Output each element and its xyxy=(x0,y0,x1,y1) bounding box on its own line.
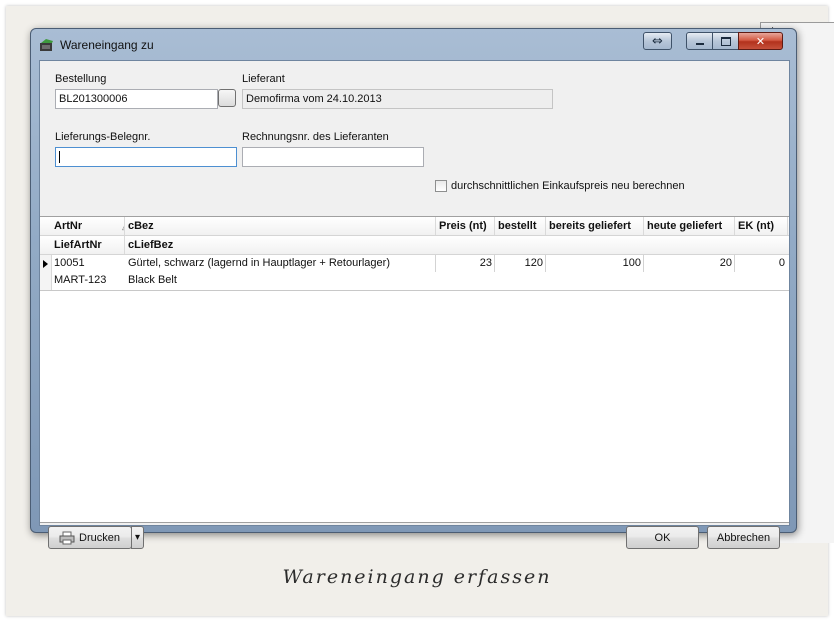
lieferant-field: Demofirma vom 24.10.2013 xyxy=(242,89,553,109)
text-cursor xyxy=(59,151,60,163)
cell-liefartnr[interactable]: MART-123 xyxy=(51,272,125,289)
app-icon xyxy=(40,39,53,51)
dialog-client-area: Bestellung BL201300006 Lieferant Demofir… xyxy=(39,60,790,549)
minimize-button[interactable] xyxy=(686,32,713,50)
grid-header-row-2: LiefArtNr cLiefBez xyxy=(40,236,789,255)
cell-cbez[interactable]: Gürtel, schwarz (lagernd in Hauptlager +… xyxy=(125,255,436,272)
col-heute-geliefert[interactable]: heute geliefert xyxy=(644,217,735,235)
current-row-icon xyxy=(43,260,48,268)
maximize-button[interactable] xyxy=(712,32,739,50)
recalc-checkbox-label[interactable]: durchschnittlichen Einkaufspreis neu ber… xyxy=(451,180,685,192)
cell-cliefbez[interactable]: Black Belt xyxy=(125,272,525,289)
bestellung-field[interactable]: BL201300006 xyxy=(55,89,218,109)
maximize-icon xyxy=(720,36,731,46)
close-icon: ✕ xyxy=(755,34,766,48)
col-cliefbez[interactable]: cLiefBez xyxy=(125,236,788,254)
table-row[interactable]: 10051 Gürtel, schwarz (lagernd in Hauptl… xyxy=(40,255,789,291)
col-artnr[interactable]: ArtNr △ xyxy=(51,217,125,235)
window-title: Wareneingang zu xyxy=(60,38,154,52)
items-grid[interactable]: ArtNr △ cBez Preis (nt) bestellt bereits… xyxy=(40,216,789,523)
col-ek[interactable]: EK (nt) xyxy=(735,217,788,235)
close-button[interactable]: ✕ xyxy=(738,32,783,50)
cell-bestellt[interactable]: 120 xyxy=(495,255,546,272)
col-cbez[interactable]: cBez xyxy=(125,217,436,235)
col-bereits-geliefert[interactable]: bereits geliefert xyxy=(546,217,644,235)
screenshot-caption: Wareneingang erfassen xyxy=(282,566,552,588)
wareneingang-dialog: Wareneingang zu ⇔ ✕ Bestellung BL2013000… xyxy=(30,28,797,549)
print-options-dropdown[interactable]: ▾ xyxy=(131,526,144,549)
cell-ek[interactable]: 0 xyxy=(735,255,788,272)
title-bar[interactable]: Wareneingang zu ⇔ ✕ xyxy=(31,29,796,59)
belegnr-label: Lieferungs-Belegnr. xyxy=(55,131,151,143)
recalc-checkbox[interactable] xyxy=(435,180,447,192)
resize-button[interactable]: ⇔ xyxy=(643,32,672,50)
print-button[interactable]: Drucken xyxy=(48,526,132,549)
belegnr-input[interactable] xyxy=(55,147,237,167)
rechnungsnr-input[interactable] xyxy=(242,147,424,167)
ok-button[interactable]: OK xyxy=(626,526,699,549)
col-preis[interactable]: Preis (nt) xyxy=(436,217,495,235)
cell-preis[interactable]: 23 xyxy=(436,255,495,272)
chevron-down-icon: ▾ xyxy=(134,532,141,543)
printer-icon xyxy=(59,531,75,544)
print-button-label: Drucken xyxy=(79,531,120,544)
minimize-icon xyxy=(695,42,704,45)
rechnungsnr-label: Rechnungsnr. des Lieferanten xyxy=(242,131,389,143)
resize-icon: ⇔ xyxy=(652,33,663,49)
col-liefartnr[interactable]: LiefArtNr xyxy=(51,236,125,254)
lieferant-label: Lieferant xyxy=(242,73,285,85)
col-bestellt[interactable]: bestellt xyxy=(495,217,546,235)
col-artnr-label: ArtNr xyxy=(54,220,83,232)
bestellung-label: Bestellung xyxy=(55,73,107,85)
cell-bereits-geliefert[interactable]: 100 xyxy=(546,255,644,272)
cancel-button[interactable]: Abbrechen xyxy=(707,526,780,549)
cell-heute-geliefert[interactable]: 20 xyxy=(644,255,735,272)
grid-header-row-1: ArtNr △ cBez Preis (nt) bestellt bereits… xyxy=(40,217,789,236)
cell-artnr[interactable]: 10051 xyxy=(51,255,125,272)
bestellung-lookup-button[interactable] xyxy=(218,89,236,107)
